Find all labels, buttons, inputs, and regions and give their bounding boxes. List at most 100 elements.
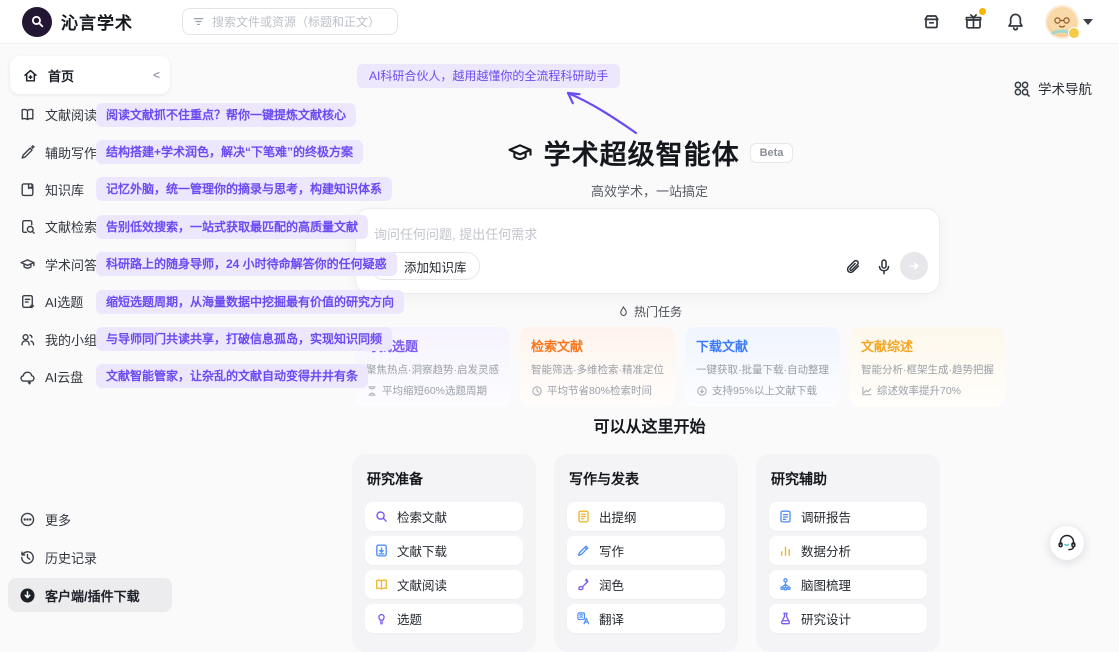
sidebar-tooltip: 告别低效搜索，一站式获取最匹配的高质量文献 [96, 215, 368, 239]
people-icon [19, 331, 36, 348]
academic-nav-link[interactable]: 学术导航 [1012, 78, 1092, 98]
hot-tasks-title: 热门任务 [634, 303, 682, 320]
sidebar-item-label: 文献检索 [45, 217, 97, 236]
shortcut-label: 研究设计 [801, 609, 851, 628]
search-icon [374, 509, 389, 524]
shortcut-research-report[interactable]: 调研报告 [769, 502, 927, 531]
hot-task-stat: 平均缩短60%选题周期 [382, 383, 487, 398]
sidebar-item-label: 更多 [45, 510, 71, 529]
hot-task-desc: 聚焦热点·洞察趋势·启发灵感 [366, 362, 499, 377]
shortcut-outline[interactable]: 出提纲 [567, 502, 725, 531]
sidebar-item-my-group[interactable]: 我的小组 与导师同门共读共享，打破信息孤岛，实现知识同频 [0, 320, 180, 357]
shortcut-label: 选题 [397, 609, 422, 628]
vip-badge [1068, 27, 1080, 39]
open-book-icon [19, 106, 36, 123]
hot-task-desc: 智能筛选·多维检索·精准定位 [531, 362, 664, 377]
bar-chart-icon [778, 543, 793, 558]
academic-nav-label: 学术导航 [1038, 78, 1092, 98]
sidebar-tooltip: 文献智能管家，让杂乱的文献自动变得井井有条 [96, 364, 368, 388]
bell-icon[interactable] [1005, 11, 1026, 32]
shortcut-research-design[interactable]: 研究设计 [769, 604, 927, 633]
shortcut-topic-selection[interactable]: 选题 [365, 604, 523, 633]
sidebar-item-label: AI选题 [45, 292, 83, 311]
shortcut-label: 文献下载 [397, 541, 447, 560]
doc-download-icon [374, 543, 389, 558]
shortcut-writing[interactable]: 写作 [567, 536, 725, 565]
doc-search-icon [19, 218, 36, 235]
shortcut-translate[interactable]: 翻译 [567, 604, 725, 633]
sidebar-item-knowledge-base[interactable]: 知识库 记忆外脑，统一管理你的摘录与思考，构建知识体系 [0, 171, 180, 208]
global-search-input[interactable]: 搜索文件或资源（标题和正文） [182, 8, 398, 35]
topbar: 沁言学术 搜索文件或资源（标题和正文） [0, 0, 1119, 44]
sidebar-item-label: 辅助写作 [45, 143, 97, 162]
brand-name: 沁言学术 [61, 9, 133, 34]
hot-task-search-literature[interactable]: 检索文献 智能筛选·多维检索·精准定位 平均节省80%检索时间 [520, 327, 675, 407]
card-title: 研究准备 [367, 469, 523, 489]
chevron-down-icon[interactable] [1083, 19, 1093, 25]
composer[interactable]: 询问任何问题, 提出任何需求 添加知识库 [355, 208, 940, 294]
hot-task-stat: 平均节省80%检索时间 [547, 383, 652, 398]
hot-task-literature-review[interactable]: 文献综述 智能分析·框架生成·趋势把握 综述效率提升70% [850, 327, 1005, 407]
doc-list-icon [19, 293, 36, 310]
shortcut-data-analysis[interactable]: 数据分析 [769, 536, 927, 565]
microphone-icon[interactable] [875, 258, 893, 276]
shortcut-literature-reading[interactable]: 文献阅读 [365, 570, 523, 599]
storage-box-icon[interactable] [921, 11, 942, 32]
attachment-icon[interactable] [844, 258, 862, 276]
sidebar-item-literature-reading[interactable]: 文献阅读 阅读文献抓不住重点？帮你一键提炼文献核心 [0, 96, 180, 133]
hot-tasks-label: 热门任务 [180, 303, 1119, 320]
sidebar-item-more[interactable]: 更多 [0, 501, 180, 538]
collapse-sidebar-button[interactable]: < [153, 68, 160, 82]
shortcut-label: 文献阅读 [397, 575, 447, 594]
wand-sparkle-icon [576, 577, 591, 592]
sidebar-item-label: 学术问答 [45, 255, 97, 274]
sidebar-item-client-download[interactable]: 客户端/插件下载 [8, 578, 172, 612]
sidebar-item-home[interactable]: 首页 < [10, 56, 170, 94]
hot-task-download-literature[interactable]: 下载文献 一键获取·批量下载·自动整理 支持95%以上文献下载 [685, 327, 840, 407]
hot-tasks-row: 寻找选题 聚焦热点·洞察趋势·启发灵感 平均缩短60%选题周期 检索文献 智能筛… [355, 327, 940, 407]
shortcut-polish[interactable]: 润色 [567, 570, 725, 599]
hot-task-find-topic[interactable]: 寻找选题 聚焦热点·洞察趋势·启发灵感 平均缩短60%选题周期 [355, 327, 510, 407]
sidebar-tooltip: 阅读文献抓不住重点？帮你一键提炼文献核心 [96, 103, 356, 127]
composer-placeholder: 询问任何问题, 提出任何需求 [374, 224, 537, 243]
sidebar-item-academic-qa[interactable]: 学术问答 科研路上的随身导师，24 小时待命解答你的任何疑惑 [0, 246, 180, 283]
report-doc-icon [778, 509, 793, 524]
sidebar-item-literature-search[interactable]: 文献检索 告别低效搜索，一站式获取最匹配的高质量文献 [0, 208, 180, 245]
card-title: 写作与发表 [569, 469, 725, 489]
lightbulb-icon [374, 611, 389, 626]
add-knowledge-base-button[interactable]: 添加知识库 [370, 252, 480, 280]
shortcut-search-literature[interactable]: 检索文献 [365, 502, 523, 531]
gift-box-icon[interactable] [963, 11, 984, 32]
sidebar-tooltip: 与导师同门共读共享，打破信息孤岛，实现知识同频 [96, 327, 392, 351]
card-research-assist: 研究辅助 调研报告 数据分析 脑图梳理 [756, 454, 940, 652]
shortcut-mindmap[interactable]: 脑图梳理 [769, 570, 927, 599]
sidebar-item-ai-cloud[interactable]: AI云盘 文献智能管家，让杂乱的文献自动变得井井有条 [0, 358, 180, 395]
pen-sparkle-icon [19, 144, 36, 161]
app-logo[interactable] [22, 7, 52, 37]
outline-doc-icon [576, 509, 591, 524]
hot-task-title: 文献综述 [861, 336, 994, 355]
history-clock-icon [19, 549, 36, 566]
bookmark-book-icon [19, 181, 36, 198]
sidebar: 首页 < 文献阅读 阅读文献抓不住重点？帮你一键提炼文献核心 辅助写作 结构搭建… [0, 44, 180, 622]
sidebar-item-writing-assist[interactable]: 辅助写作 结构搭建+学术润色，解决“下笔难”的终极方案 [0, 133, 180, 170]
support-button[interactable] [1050, 526, 1084, 560]
sidebar-item-label: 历史记录 [45, 548, 97, 567]
shortcut-label: 出提纲 [599, 507, 637, 526]
shortcut-label: 翻译 [599, 609, 624, 628]
sidebar-item-ai-topic[interactable]: AI选题 缩短选题周期，从海量数据中挖掘最有价值的研究方向 [0, 283, 180, 320]
hot-task-title: 下载文献 [696, 336, 829, 355]
shortcut-literature-download[interactable]: 文献下载 [365, 536, 523, 565]
hourglass-icon [366, 385, 378, 397]
open-book-icon [374, 577, 389, 592]
card-research-prep: 研究准备 检索文献 文献下载 文献阅读 [352, 454, 536, 652]
send-button[interactable] [900, 252, 928, 280]
grid-search-icon [1012, 79, 1031, 98]
hero-title-row: 学术超级智能体 Beta [180, 133, 1119, 172]
beta-badge: Beta [750, 143, 794, 163]
user-avatar[interactable] [1047, 7, 1077, 37]
sidebar-footer: 更多 历史记录 客户端/插件下载 [0, 501, 180, 616]
sidebar-item-history[interactable]: 历史记录 [0, 539, 180, 576]
more-circle-icon [19, 511, 36, 528]
hot-task-title: 检索文献 [531, 336, 664, 355]
